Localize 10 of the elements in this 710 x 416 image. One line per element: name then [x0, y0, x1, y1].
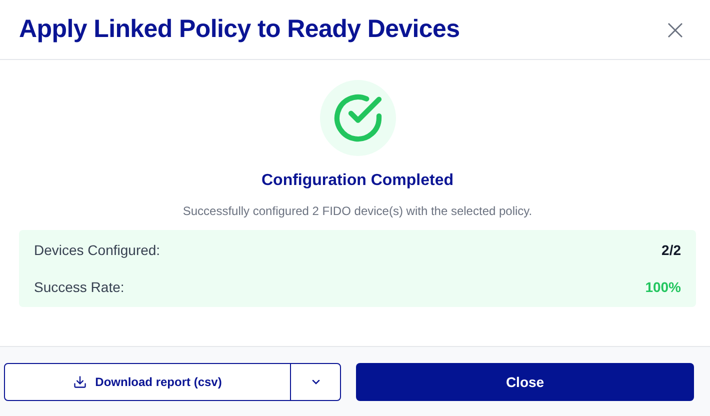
stat-value: 100% — [645, 279, 681, 295]
stat-label: Success Rate: — [34, 279, 124, 295]
download-icon — [73, 374, 88, 388]
stat-value: 2/2 — [662, 242, 681, 258]
dialog-title: Apply Linked Policy to Ready Devices — [19, 15, 460, 44]
close-button[interactable]: Close — [356, 362, 694, 400]
download-report-button[interactable]: Download report (csv) — [5, 364, 291, 400]
result-message: Successfully configured 2 FIDO device(s) with the selected policy. — [182, 204, 532, 218]
stat-label: Devices Configured: — [34, 242, 160, 258]
result-heading: Configuration Completed — [262, 172, 454, 190]
